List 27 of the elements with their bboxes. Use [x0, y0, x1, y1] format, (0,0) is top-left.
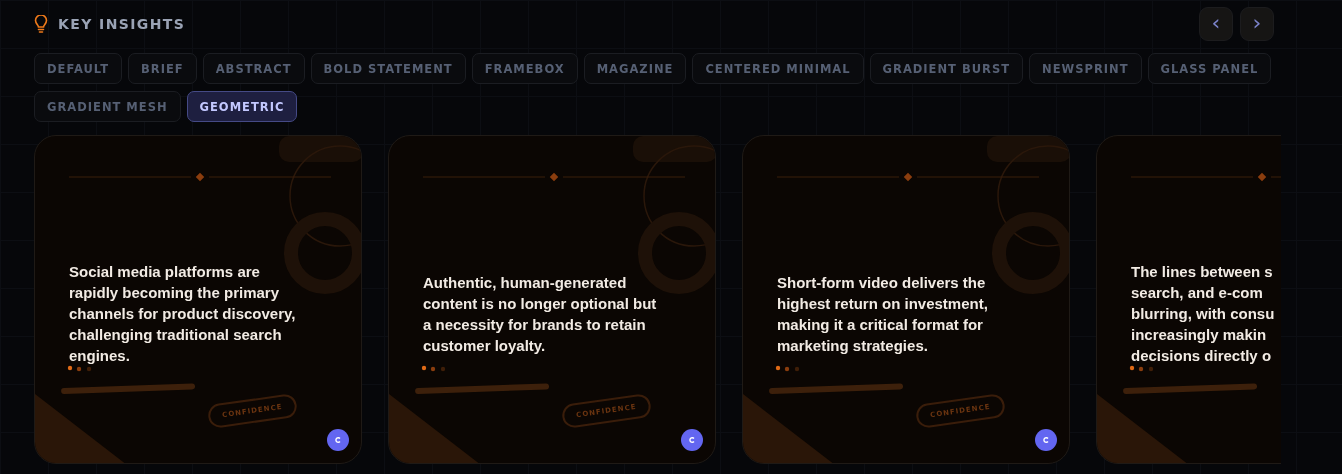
dots-icon [775, 365, 800, 372]
style-tab[interactable]: ABSTRACT [202, 53, 305, 84]
section-title: KEY INSIGHTS [58, 16, 186, 32]
style-tab[interactable]: BRIEF [128, 53, 197, 84]
style-tab[interactable]: FRAMEBOX [471, 53, 578, 84]
avatar-icon [1035, 429, 1057, 451]
style-tab[interactable]: NEWSPRINT [1029, 53, 1142, 84]
insight-text: Authentic, human-generated content is no longer optional but a necessity for brands to retain customer loyalty. [423, 272, 658, 356]
insight-text: The lines between s search, and e-com blurring, with consu increasingly makin decisions directly o [1131, 262, 1276, 366]
style-tab[interactable]: GRADIENT MESH [34, 91, 181, 122]
insight-text: Social media platforms are rapidly becoming the primary channels for product discovery, challenging traditional search engines. [69, 262, 297, 366]
style-tab[interactable]: GLASS PANEL [1147, 53, 1272, 84]
style-tab[interactable]: GEOMETRIC [186, 91, 298, 122]
style-tab[interactable]: CENTERED MINIMAL [692, 53, 864, 84]
style-tab[interactable]: GRADIENT BURST [869, 53, 1024, 84]
avatar-icon [327, 429, 349, 451]
lightbulb-icon [34, 15, 48, 33]
style-tab[interactable]: BOLD STATEMENT [310, 53, 466, 84]
avatar-icon [681, 429, 703, 451]
style-tab[interactable]: DEFAULT [34, 53, 123, 84]
dots-icon [67, 365, 92, 372]
previous-button[interactable]: ‹ [1199, 7, 1233, 41]
style-tab[interactable]: MAGAZINE [583, 53, 687, 84]
insight-text: Short-form video delivers the highest return on investment, making it a critical format for marketing strategies. [777, 272, 989, 356]
dots-icon [1129, 365, 1154, 372]
dots-icon [421, 365, 446, 372]
next-button[interactable]: › [1240, 7, 1274, 41]
